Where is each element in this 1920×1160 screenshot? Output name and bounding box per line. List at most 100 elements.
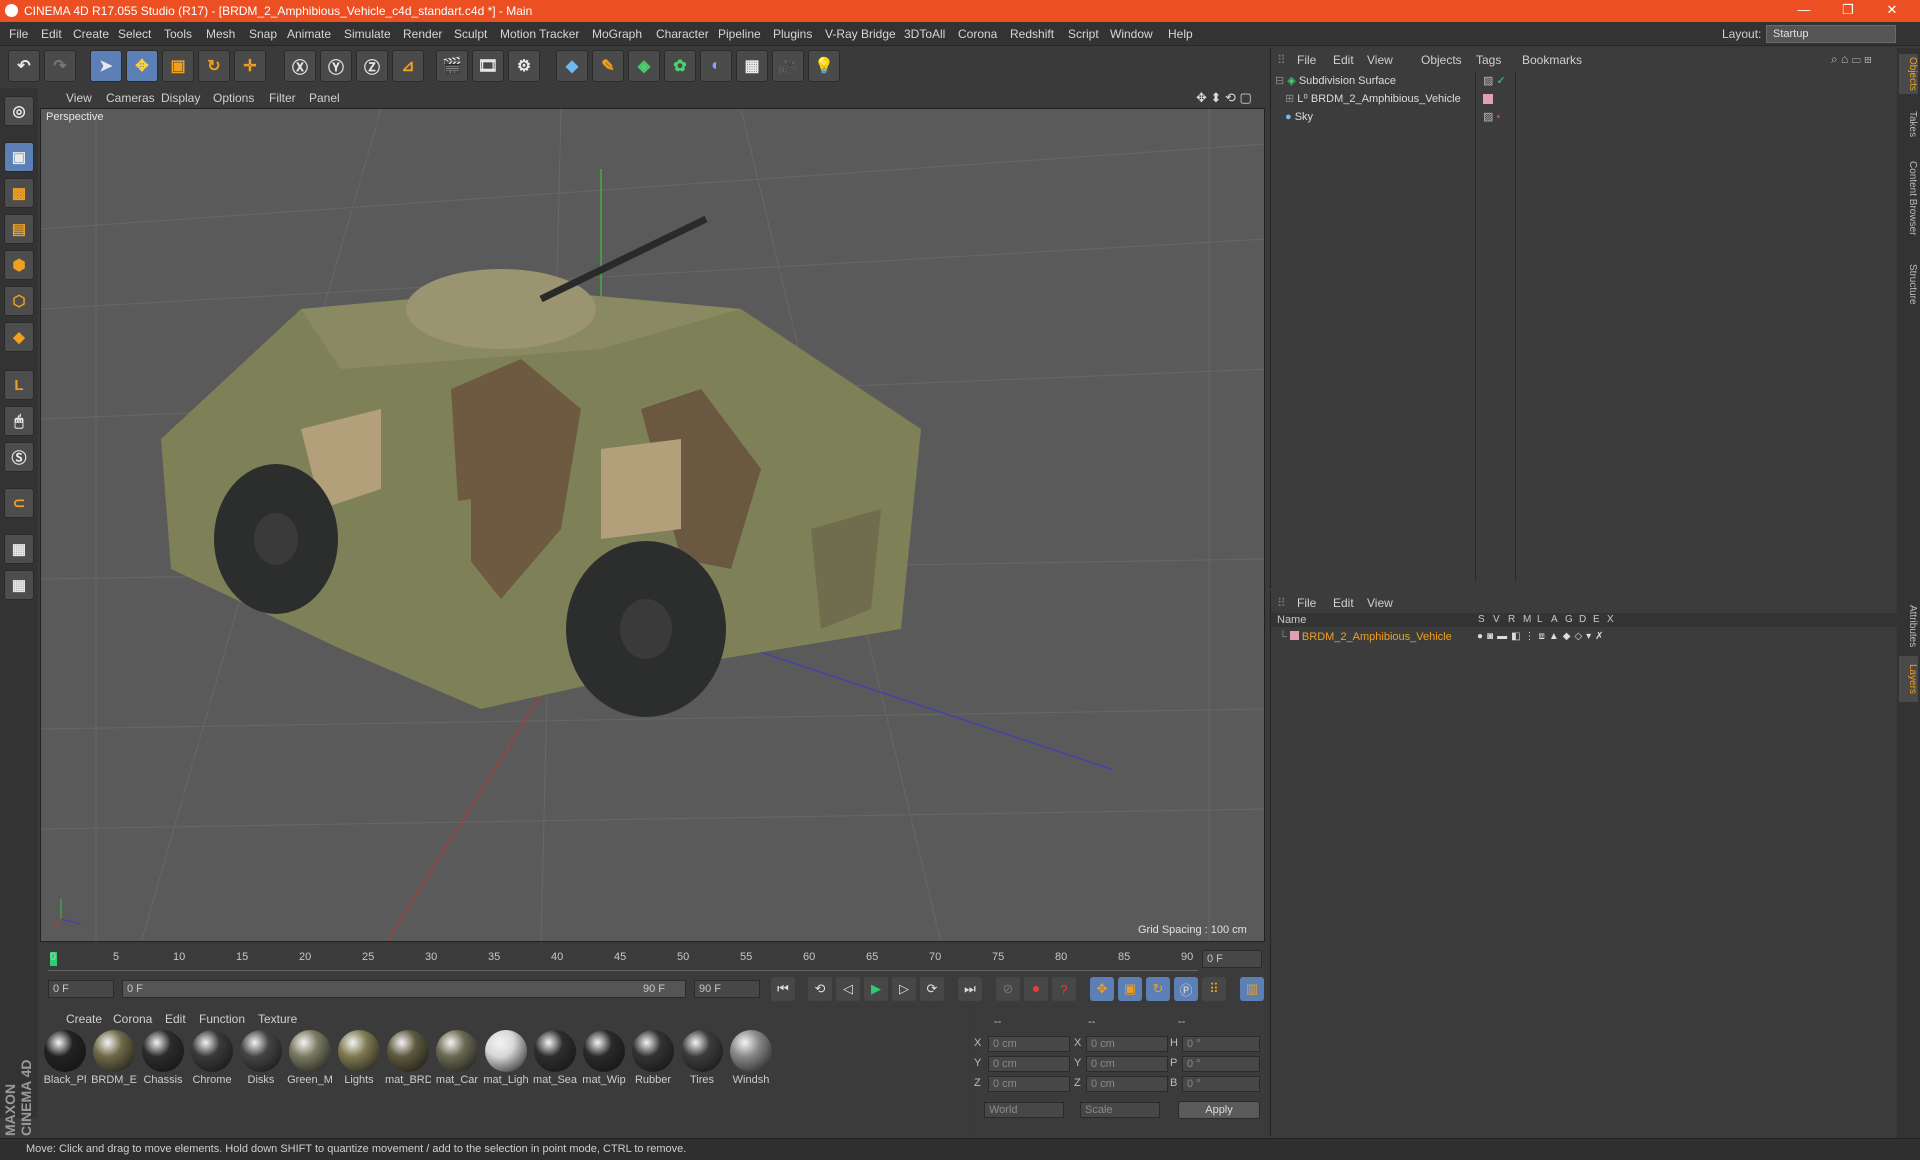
tab-attributes[interactable]: Attributes: [1899, 596, 1918, 656]
pen-spline-icon[interactable]: ✎: [592, 50, 624, 82]
record-keys-icon[interactable]: ⊘: [996, 977, 1020, 1001]
mat-menu-texture[interactable]: Texture: [258, 1012, 297, 1026]
camera-icon[interactable]: 🎥: [772, 50, 804, 82]
perspective-viewport[interactable]: [40, 108, 1265, 942]
last-tool-icon[interactable]: ✛: [234, 50, 266, 82]
rotation-h-field[interactable]: 0 °: [1182, 1036, 1260, 1052]
timeline-window-icon[interactable]: ▥: [1240, 977, 1264, 1001]
obj-menu-view[interactable]: View: [1367, 53, 1393, 67]
menu-file[interactable]: File: [9, 27, 28, 41]
key-position-icon[interactable]: ✥: [1090, 977, 1114, 1001]
key-pla-icon[interactable]: ⠿: [1202, 977, 1226, 1001]
close-button[interactable]: ✕: [1872, 2, 1912, 20]
vp-menu-view[interactable]: View: [66, 91, 92, 105]
vp-menu-panel[interactable]: Panel: [309, 91, 340, 105]
menu-vray-bridge[interactable]: V-Ray Bridge: [825, 27, 896, 41]
tab-objects[interactable]: Objects: [1899, 54, 1918, 94]
go-to-end-icon[interactable]: ⏭: [958, 977, 982, 1001]
points-mode-icon[interactable]: ⬢: [4, 250, 34, 280]
viewport-nav-icons[interactable]: ✥ ⬍ ⟲ ▢: [1196, 90, 1252, 106]
move-tool-icon[interactable]: ✥: [126, 50, 158, 82]
start-frame-field[interactable]: 0 F: [48, 980, 114, 998]
cloner-icon[interactable]: ✿: [664, 50, 696, 82]
layer-row[interactable]: └ BRDM_2_Amphibious_Vehicle ●◙▬◧⋮⧈▲◆◇▾✗: [1275, 629, 1885, 645]
menu-character[interactable]: Character: [656, 27, 709, 41]
menu-snap[interactable]: Snap: [249, 27, 277, 41]
material-swatch[interactable]: Green_M: [287, 1030, 333, 1088]
floor-icon[interactable]: ▦: [736, 50, 768, 82]
material-swatch[interactable]: mat_Ligh: [483, 1030, 529, 1088]
menu-window[interactable]: Window: [1110, 27, 1153, 41]
y-axis-lock-icon[interactable]: Ⓨ: [320, 50, 352, 82]
search-icon[interactable]: ⌕ ⌂ ▭ ⊞: [1831, 52, 1872, 67]
layout-select[interactable]: Startup: [1766, 25, 1896, 43]
vp-menu-options[interactable]: Options: [213, 91, 254, 105]
menu-redshift[interactable]: Redshift: [1010, 27, 1054, 41]
layer-menu-edit[interactable]: Edit: [1333, 596, 1354, 610]
next-frame-icon[interactable]: ▷: [892, 977, 916, 1001]
edges-mode-icon[interactable]: ⬡: [4, 286, 34, 316]
size-y-field[interactable]: 0 cm: [1086, 1056, 1168, 1072]
mat-menu-corona[interactable]: Corona: [113, 1012, 152, 1026]
make-editable-icon[interactable]: ◎: [4, 96, 34, 126]
next-key-icon[interactable]: ⟳: [920, 977, 944, 1001]
menu-tools[interactable]: Tools: [164, 27, 192, 41]
obj-menu-bookmarks[interactable]: Bookmarks: [1522, 53, 1582, 67]
z-axis-lock-icon[interactable]: Ⓩ: [356, 50, 388, 82]
rotate-tool-icon[interactable]: ↻: [198, 50, 230, 82]
material-swatch[interactable]: mat_Wip: [581, 1030, 627, 1088]
menu-mograph[interactable]: MoGraph: [592, 27, 642, 41]
key-parameter-icon[interactable]: Ⓟ: [1174, 977, 1198, 1001]
material-swatch[interactable]: Disks: [238, 1030, 284, 1088]
keyframe-selection-icon[interactable]: ?: [1052, 977, 1076, 1001]
position-y-field[interactable]: 0 cm: [988, 1056, 1070, 1072]
mat-menu-create[interactable]: Create: [66, 1012, 102, 1026]
obj-menu-file[interactable]: File: [1297, 53, 1316, 67]
texture-mode-icon[interactable]: ▩: [4, 178, 34, 208]
end-frame-field[interactable]: 90 F: [694, 980, 760, 998]
object-flags[interactable]: ▨ ✓: [1483, 72, 1506, 90]
frame-range-slider[interactable]: 0 F 90 F: [122, 980, 686, 998]
obj-menu-tags[interactable]: Tags: [1476, 53, 1501, 67]
menu-script[interactable]: Script: [1068, 27, 1099, 41]
render-settings-icon[interactable]: ⚙: [508, 50, 540, 82]
menu-animate[interactable]: Animate: [287, 27, 331, 41]
mat-menu-edit[interactable]: Edit: [165, 1012, 186, 1026]
object-row[interactable]: ● Sky ▨ •: [1275, 108, 1885, 126]
menu-edit[interactable]: Edit: [41, 27, 62, 41]
menu-render[interactable]: Render: [403, 27, 442, 41]
layer-menu-view[interactable]: View: [1367, 596, 1393, 610]
restore-button[interactable]: ❐: [1828, 2, 1868, 20]
light-icon[interactable]: 💡: [808, 50, 840, 82]
material-swatch[interactable]: Tires: [679, 1030, 725, 1088]
menu-pipeline[interactable]: Pipeline: [718, 27, 761, 41]
layer-menu-file[interactable]: File: [1297, 596, 1316, 610]
menu-simulate[interactable]: Simulate: [344, 27, 391, 41]
mat-menu-function[interactable]: Function: [199, 1012, 245, 1026]
autokey-icon[interactable]: ⏺: [1024, 977, 1048, 1001]
previous-frame-icon[interactable]: ◁: [836, 977, 860, 1001]
size-x-field[interactable]: 0 cm: [1086, 1036, 1168, 1052]
tab-content-browser[interactable]: Content Browser: [1899, 148, 1918, 248]
coord-mode-select[interactable]: World: [984, 1102, 1064, 1118]
workplane-mode-icon[interactable]: ▤: [4, 214, 34, 244]
play-icon[interactable]: ▶: [864, 977, 888, 1001]
obj-menu-edit[interactable]: Edit: [1333, 53, 1354, 67]
planar-workplane-icon[interactable]: ▦: [4, 570, 34, 600]
object-flags[interactable]: ▨ •: [1483, 108, 1500, 126]
material-swatch[interactable]: Windsh: [728, 1030, 774, 1088]
tab-takes[interactable]: Takes: [1899, 104, 1918, 144]
snap-icon[interactable]: ⊂: [4, 488, 34, 518]
coord-scale-select[interactable]: Scale: [1080, 1102, 1160, 1118]
go-to-start-icon[interactable]: ⏮: [771, 977, 795, 1001]
lock-workplane-icon[interactable]: ▦: [4, 534, 34, 564]
layer-color-swatch[interactable]: [1289, 631, 1299, 640]
size-z-field[interactable]: 0 cm: [1086, 1076, 1168, 1092]
render-view-icon[interactable]: 🎬: [436, 50, 468, 82]
layer-color-tag[interactable]: [1483, 94, 1493, 104]
deformer-icon[interactable]: ◐: [700, 50, 732, 82]
undo-button[interactable]: ↶: [8, 50, 40, 82]
key-scale-icon[interactable]: ▣: [1118, 977, 1142, 1001]
rotation-p-field[interactable]: 0 °: [1182, 1056, 1260, 1072]
render-picture-viewer-icon[interactable]: 🎞: [472, 50, 504, 82]
